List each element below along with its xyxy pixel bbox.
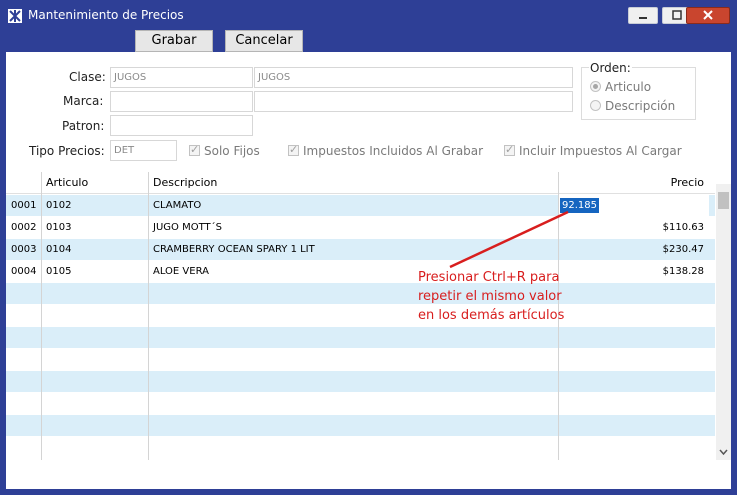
annotation-line-3: en los demás artículos: [418, 308, 565, 323]
table-row[interactable]: 0001 0102 CLAMATO 92.185: [6, 195, 715, 217]
clase-desc-field[interactable]: JUGOS: [254, 67, 573, 88]
table-row[interactable]: 0004 0105 ALOE VERA $138.28: [6, 261, 715, 283]
scroll-down-arrow-icon[interactable]: [719, 449, 728, 456]
cancel-button[interactable]: Cancelar: [225, 30, 303, 52]
impuestos-grabar-label: Impuestos Incluidos Al Grabar: [303, 144, 484, 158]
row-number: 0003: [11, 244, 37, 255]
solo-fijos-checkbox[interactable]: [189, 143, 200, 156]
row-precio: $110.63: [662, 222, 704, 233]
marca-code-field[interactable]: [110, 91, 253, 112]
tipo-precios-field[interactable]: DET: [110, 140, 177, 161]
header-descripcion[interactable]: Descripcion: [148, 172, 558, 194]
row-articulo: 0102: [46, 200, 72, 211]
row-articulo: 0104: [46, 244, 72, 255]
row-number: 0001: [11, 200, 37, 211]
empty-row[interactable]: [6, 305, 715, 327]
empty-row[interactable]: [6, 393, 715, 415]
empty-row[interactable]: [6, 371, 715, 393]
annotation-line-1: Presionar Ctrl+R para: [418, 270, 560, 285]
empty-row[interactable]: [6, 349, 715, 371]
impuestos-grabar-checkbox[interactable]: [288, 143, 299, 156]
annotation-text: Presionar Ctrl+R para repetir el mismo v…: [418, 268, 564, 325]
client-area: Clase: JUGOS JUGOS Marca: Patron: Tipo P…: [6, 52, 731, 489]
solo-fijos-label: Solo Fijos: [204, 144, 260, 158]
row-precio: $230.47: [662, 244, 704, 255]
toolbar: Grabar Cancelar: [6, 30, 731, 52]
empty-row[interactable]: [6, 437, 715, 460]
tipo-precios-label: Tipo Precios:: [29, 144, 105, 158]
patron-label: Patron:: [62, 119, 105, 133]
row-articulo: 0105: [46, 266, 72, 277]
row-articulo: 0103: [46, 222, 72, 233]
impuestos-cargar-label: Incluir Impuestos Al Cargar: [519, 144, 682, 158]
app-window: Mantenimiento de Precios Grabar Cancelar…: [0, 0, 737, 495]
row-number: 0004: [11, 266, 37, 277]
prices-grid: Articulo Descripcion Precio 0001 0102 CL…: [6, 172, 715, 460]
annotation-line-2: repetir el mismo valor: [418, 289, 562, 304]
empty-row[interactable]: [6, 283, 715, 305]
row-number: 0002: [11, 222, 37, 233]
clase-label: Clase:: [69, 70, 106, 84]
orden-label: Orden:: [589, 61, 632, 75]
minimize-icon: [639, 17, 647, 19]
marca-desc-field[interactable]: [254, 91, 573, 112]
orden-articulo-label: Articulo: [605, 80, 652, 94]
minimize-button[interactable]: [628, 7, 658, 24]
row-precio-editor[interactable]: 92.185: [558, 195, 709, 217]
row-precio: $138.28: [662, 266, 704, 277]
orden-articulo-radio[interactable]: [590, 81, 601, 92]
table-row[interactable]: 0003 0104 CRAMBERRY OCEAN SPARY 1 LIT $2…: [6, 239, 715, 261]
save-button[interactable]: Grabar: [135, 30, 213, 52]
table-row[interactable]: 0002 0103 JUGO MOTT´S $110.63: [6, 217, 715, 239]
header-precio[interactable]: Precio: [558, 172, 709, 194]
impuestos-cargar-checkbox[interactable]: [504, 143, 515, 156]
orden-descripcion-label: Descripción: [605, 99, 676, 113]
column-divider: [41, 172, 42, 460]
vertical-scrollbar[interactable]: [716, 184, 731, 460]
scrollbar-thumb[interactable]: [718, 192, 729, 209]
patron-field[interactable]: [110, 115, 253, 136]
window-title: Mantenimiento de Precios: [28, 8, 184, 22]
orden-descripcion-radio[interactable]: [590, 100, 601, 111]
empty-row[interactable]: [6, 415, 715, 437]
annotation-arrow: [449, 210, 569, 269]
grid-header: Articulo Descripcion Precio: [6, 172, 715, 194]
close-button[interactable]: [686, 7, 730, 24]
close-icon: [703, 10, 713, 20]
app-icon: [8, 9, 22, 23]
column-divider: [148, 172, 149, 460]
clase-code-field[interactable]: JUGOS: [110, 67, 253, 88]
marca-label: Marca:: [63, 94, 104, 108]
title-bar: Mantenimiento de Precios: [0, 0, 737, 30]
empty-row[interactable]: [6, 327, 715, 349]
header-articulo[interactable]: Articulo: [41, 172, 148, 194]
